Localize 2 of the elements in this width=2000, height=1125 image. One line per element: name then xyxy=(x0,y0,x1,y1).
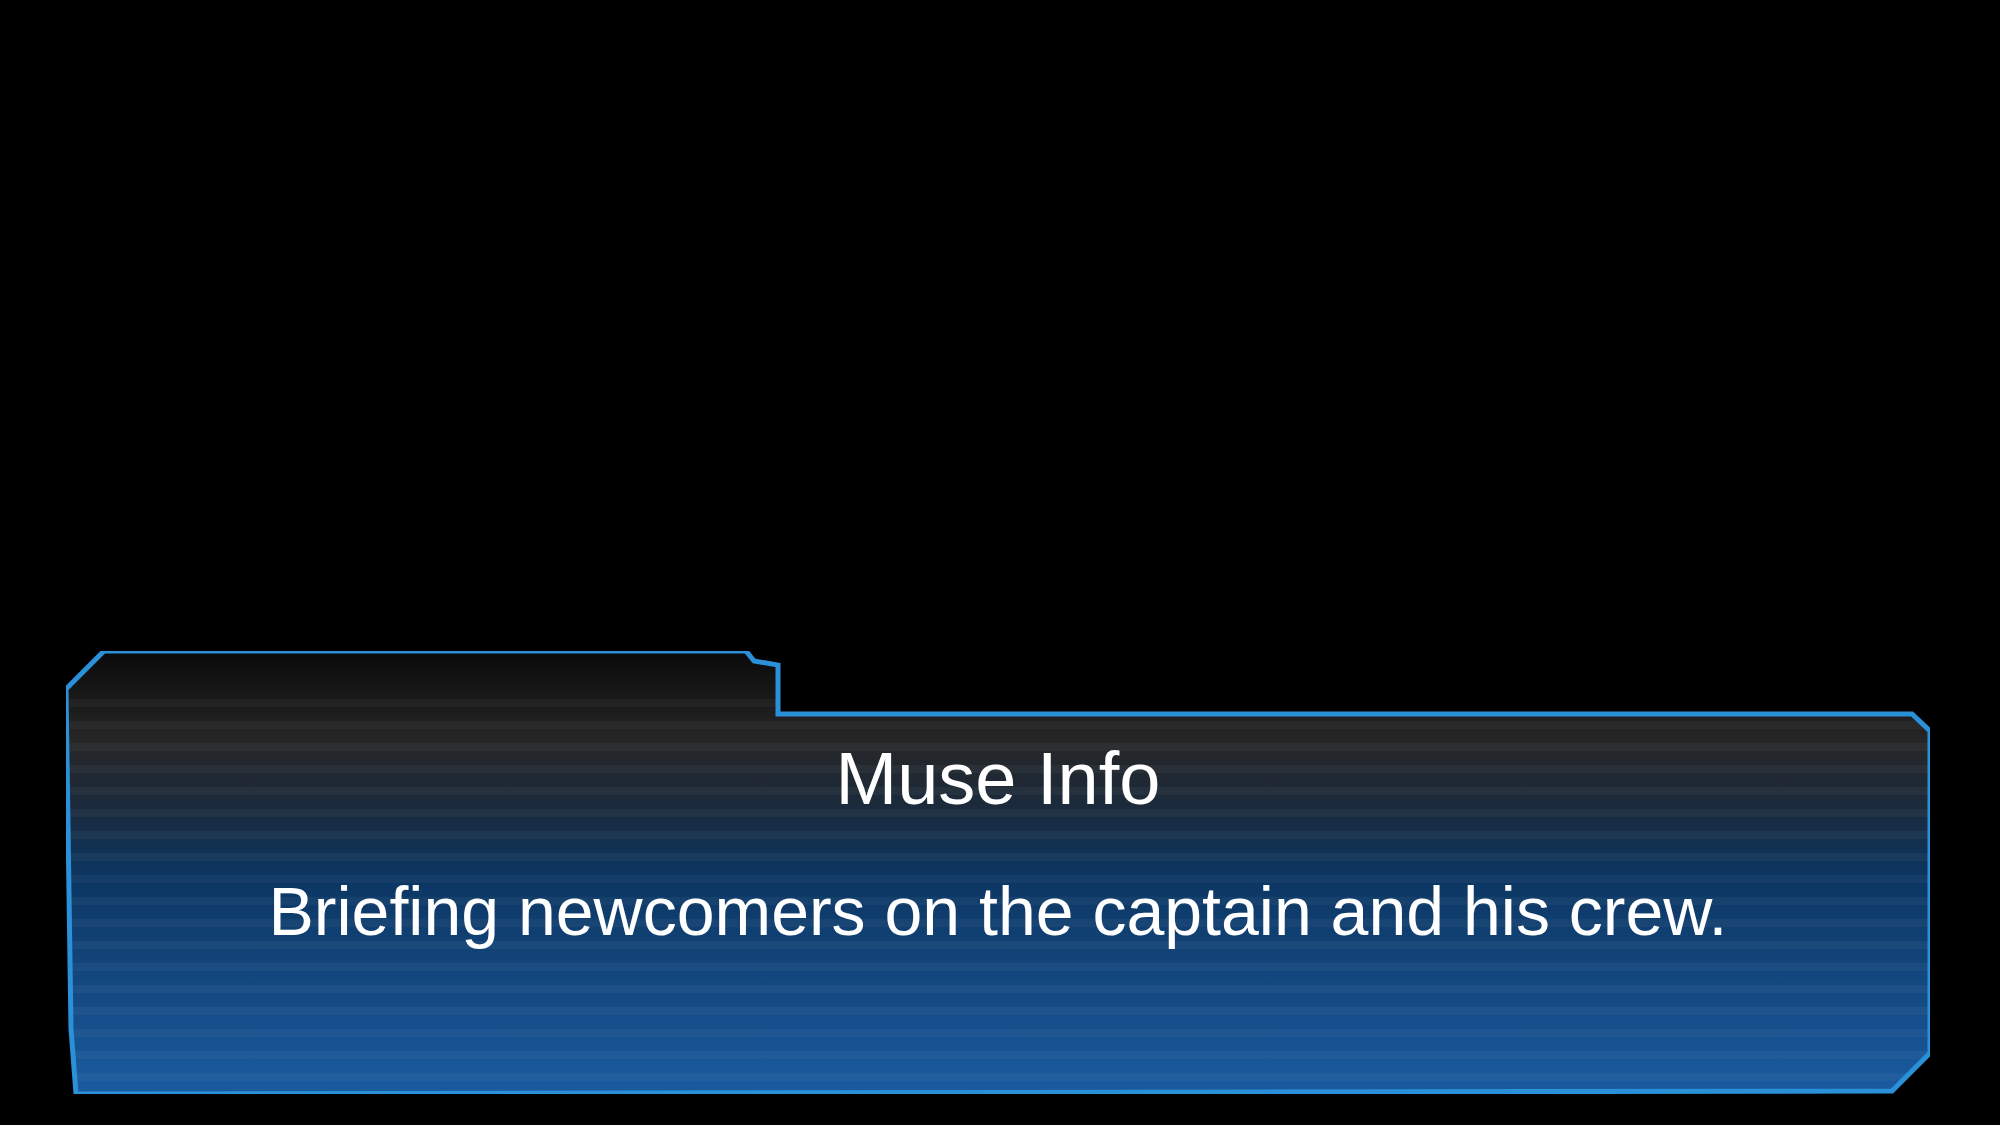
dialog-title: Muse Info xyxy=(835,739,1161,819)
dialog-message: Briefing newcomers on the captain and his crew. xyxy=(268,872,1728,951)
